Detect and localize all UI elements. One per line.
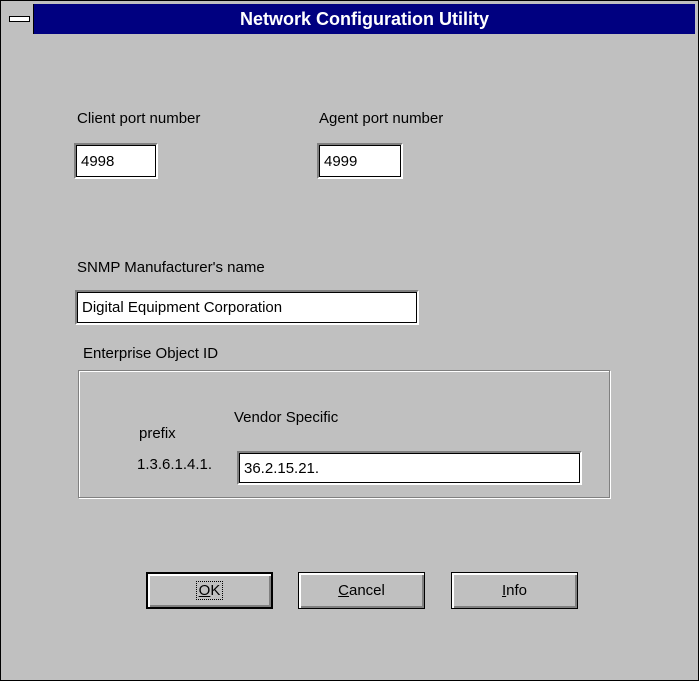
prefix-label: prefix <box>139 425 176 442</box>
ok-button[interactable]: OK <box>146 572 273 609</box>
enterprise-object-id-label: Enterprise Object ID <box>82 345 220 362</box>
prefix-value: 1.3.6.1.4.1. <box>137 456 213 473</box>
client-port-label: Client port number <box>77 110 201 127</box>
title-bar[interactable]: Network Configuration Utility <box>4 4 695 34</box>
dialog-window: Network Configuration Utility Client por… <box>0 0 699 681</box>
vendor-specific-label: Vendor Specific <box>234 409 339 426</box>
snmp-manufacturer-input[interactable]: Digital Equipment Corporation <box>75 290 419 325</box>
agent-port-input[interactable]: 4999 <box>317 143 403 179</box>
window-title: Network Configuration Utility <box>240 9 489 29</box>
cancel-button[interactable]: Cancel <box>298 572 425 609</box>
cancel-button-label: Cancel <box>338 582 385 599</box>
system-menu-icon <box>9 16 30 22</box>
info-button[interactable]: Info <box>451 572 578 609</box>
ok-button-label: OK <box>195 581 224 600</box>
snmp-manufacturer-label: SNMP Manufacturer's name <box>77 259 265 276</box>
info-button-label: Info <box>501 582 528 599</box>
agent-port-label: Agent port number <box>319 110 444 127</box>
client-port-input[interactable]: 4998 <box>74 143 158 179</box>
system-menu-button[interactable] <box>4 4 34 34</box>
vendor-specific-input[interactable]: 36.2.15.21. <box>237 451 582 485</box>
